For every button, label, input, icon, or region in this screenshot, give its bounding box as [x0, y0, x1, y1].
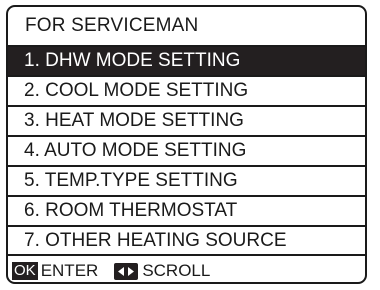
key-hint-bar: OK ENTER SCROLL [12, 261, 210, 281]
controller-screen: FOR SERVICEMAN 1. DHW MODE SETTING 2. CO… [6, 5, 367, 284]
screen-title: FOR SERVICEMAN [25, 15, 199, 36]
ok-key-icon: OK [12, 262, 38, 280]
scroll-hint-label: SCROLL [142, 261, 211, 280]
left-right-arrows-icon [114, 262, 139, 280]
left-right-arrows-glyph [118, 266, 135, 276]
menu-item-temp-type-setting[interactable]: 5. TEMP.TYPE SETTING [8, 167, 365, 197]
menu-item-cool-mode-setting[interactable]: 2. COOL MODE SETTING [8, 77, 365, 107]
enter-hint-label: ENTER [40, 261, 99, 280]
menu-item-heat-mode-setting[interactable]: 3. HEAT MODE SETTING [8, 107, 365, 137]
menu-item-dhw-mode-setting[interactable]: 1. DHW MODE SETTING [8, 47, 365, 77]
footer-divider [8, 254, 365, 256]
menu-item-other-heating-source[interactable]: 7. OTHER HEATING SOURCE [8, 227, 365, 255]
serviceman-menu: 1. DHW MODE SETTING 2. COOL MODE SETTING… [8, 47, 365, 255]
menu-item-auto-mode-setting[interactable]: 4. AUTO MODE SETTING [8, 137, 365, 167]
menu-item-room-thermostat[interactable]: 6. ROOM THERMOSTAT [8, 197, 365, 227]
